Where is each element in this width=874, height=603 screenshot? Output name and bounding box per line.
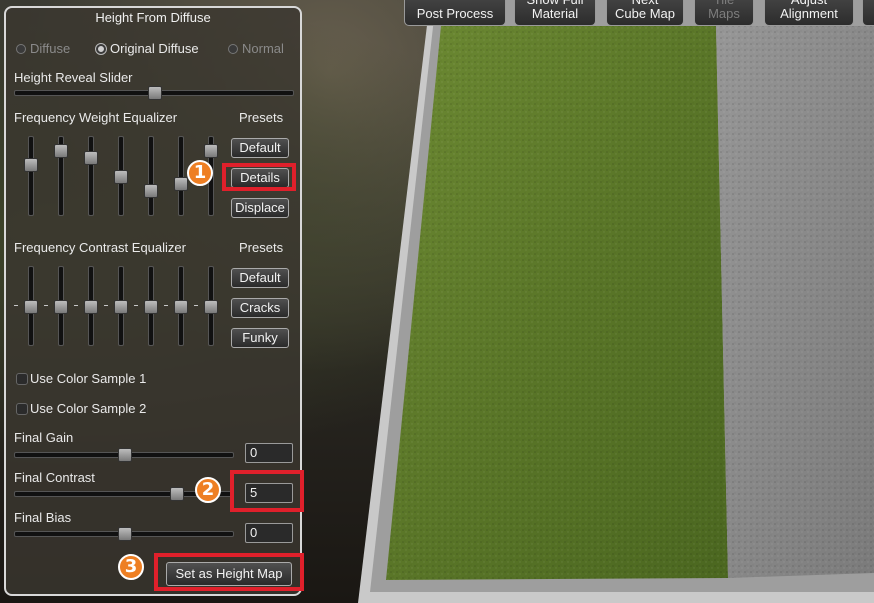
show-full-material-button[interactable]: Show Full Material	[514, 0, 596, 26]
radio-label-diffuse: Diffuse	[30, 41, 71, 56]
freq-weight-slider-2[interactable]	[54, 136, 68, 216]
final-gain-input[interactable]: 0	[245, 443, 293, 463]
tile-maps-button: Tile Maps	[694, 0, 754, 26]
radio-original-diffuse[interactable]: Original Diffuse	[95, 41, 199, 56]
freq-contrast-slider-thumb-5[interactable]	[144, 300, 158, 314]
checkbox-box-1	[16, 372, 28, 385]
freq-contrast-slider-thumb-7[interactable]	[204, 300, 218, 314]
freq-contrast-slider-thumb-2[interactable]	[54, 300, 68, 314]
freq-contrast-center-tick-2	[44, 305, 48, 306]
radio-dot-diffuse	[16, 43, 26, 54]
panel-title: Height From Diffuse	[95, 10, 211, 25]
final-bias-input[interactable]: 0	[245, 523, 293, 543]
set-as-height-map-button[interactable]: Set as Height Map	[166, 562, 292, 586]
radio-normal[interactable]: Normal	[228, 41, 284, 56]
final-bias-slider[interactable]	[14, 527, 234, 541]
freq-weight-slider-thumb-3[interactable]	[84, 150, 98, 165]
freq-contrast-label: Frequency Contrast Equalizer	[14, 240, 186, 255]
freq-contrast-slider-7[interactable]	[204, 266, 218, 346]
final-gain-slider[interactable]	[14, 448, 234, 462]
freq-contrast-slider-thumb-6[interactable]	[174, 300, 188, 314]
freq-weight-slider-thumb-2[interactable]	[54, 144, 68, 159]
final-bias-label: Final Bias	[14, 510, 72, 525]
freq-contrast-slider-thumb-3[interactable]	[84, 300, 98, 314]
freq-contrast-slider-5[interactable]	[144, 266, 158, 346]
preset-default-weight-button[interactable]: Default	[231, 138, 289, 158]
freq-weight-slider-thumb-5[interactable]	[144, 184, 158, 199]
height-reveal-label: Height Reveal Slider	[14, 70, 133, 85]
freq-contrast-center-tick-1	[14, 305, 18, 306]
radio-label-normal: Normal	[242, 41, 284, 56]
freq-contrast-center-tick-3	[74, 305, 78, 306]
freq-contrast-slider-1[interactable]	[24, 266, 38, 346]
preset-cracks-button[interactable]: Cracks	[231, 298, 289, 318]
step-marker-1: 1	[187, 160, 213, 186]
freq-weight-slider-thumb-4[interactable]	[114, 170, 128, 184]
freq-contrast-slider-2[interactable]	[54, 266, 68, 346]
freq-contrast-center-tick-4	[104, 305, 108, 306]
color-sample-1-label: Use Color Sample 1	[30, 371, 147, 386]
freq-contrast-slider-thumb-1[interactable]	[24, 300, 38, 314]
final-contrast-input[interactable]: 5	[245, 483, 293, 503]
use-color-sample-1-checkbox[interactable]: Use Color Sample 1	[16, 371, 146, 386]
height-reveal-slider-thumb[interactable]	[148, 86, 162, 100]
step-marker-3: 3	[118, 554, 144, 580]
freq-contrast-presets-label: Presets	[239, 240, 284, 255]
final-contrast-slider-thumb[interactable]	[170, 487, 185, 501]
final-gain-slider-thumb[interactable]	[118, 448, 132, 462]
preset-funky-button[interactable]: Funky	[231, 328, 289, 348]
freq-weight-label: Frequency Weight Equalizer	[14, 110, 178, 125]
freq-weight-slider-1[interactable]	[24, 136, 38, 216]
preset-displace-button[interactable]: Displace	[231, 198, 289, 218]
use-color-sample-2-checkbox[interactable]: Use Color Sample 2	[16, 401, 146, 416]
freq-weight-slider-thumb-1[interactable]	[24, 158, 38, 173]
freq-weight-slider-6[interactable]	[174, 136, 188, 216]
freq-weight-slider-thumb-6[interactable]	[174, 177, 188, 192]
checkbox-box-2	[16, 402, 28, 415]
freq-contrast-center-tick-6	[164, 305, 168, 306]
next-cube-map-button[interactable]: Next Cube Map	[606, 0, 684, 26]
radio-dot-normal	[228, 43, 238, 54]
freq-weight-slider-3[interactable]	[84, 136, 98, 216]
toolbar-overflow-button[interactable]	[862, 0, 874, 26]
freq-weight-slider-5[interactable]	[144, 136, 158, 216]
freq-contrast-slider-3[interactable]	[84, 266, 98, 346]
color-sample-2-label: Use Color Sample 2	[30, 401, 147, 416]
final-bias-slider-thumb[interactable]	[118, 527, 132, 541]
height-from-diffuse-panel: Height From Diffuse Diffuse Original Dif…	[4, 6, 302, 596]
freq-contrast-slider-6[interactable]	[174, 266, 188, 346]
freq-contrast-center-tick-5	[134, 305, 138, 306]
freq-weight-presets-label: Presets	[239, 110, 284, 125]
post-process-button[interactable]: Post Process	[404, 0, 506, 26]
freq-contrast-slider-thumb-4[interactable]	[114, 300, 128, 314]
step-marker-2: 2	[195, 477, 221, 503]
height-reveal-slider[interactable]	[14, 86, 294, 100]
radio-dot-original-diffuse	[95, 42, 107, 55]
radio-diffuse[interactable]: Diffuse	[16, 41, 70, 56]
preset-details-button[interactable]: Details	[231, 168, 289, 188]
freq-weight-slider-4[interactable]	[114, 136, 128, 216]
freq-contrast-slider-4[interactable]	[114, 266, 128, 346]
final-contrast-label: Final Contrast	[14, 470, 95, 485]
final-gain-label: Final Gain	[14, 430, 74, 445]
freq-contrast-center-tick-7	[194, 305, 198, 306]
freq-weight-slider-thumb-7[interactable]	[204, 144, 218, 159]
preset-default-contrast-button[interactable]: Default	[231, 268, 289, 288]
radio-label-original-diffuse: Original Diffuse	[110, 41, 199, 56]
adjust-alignment-button[interactable]: Adjust Alignment	[764, 0, 854, 26]
